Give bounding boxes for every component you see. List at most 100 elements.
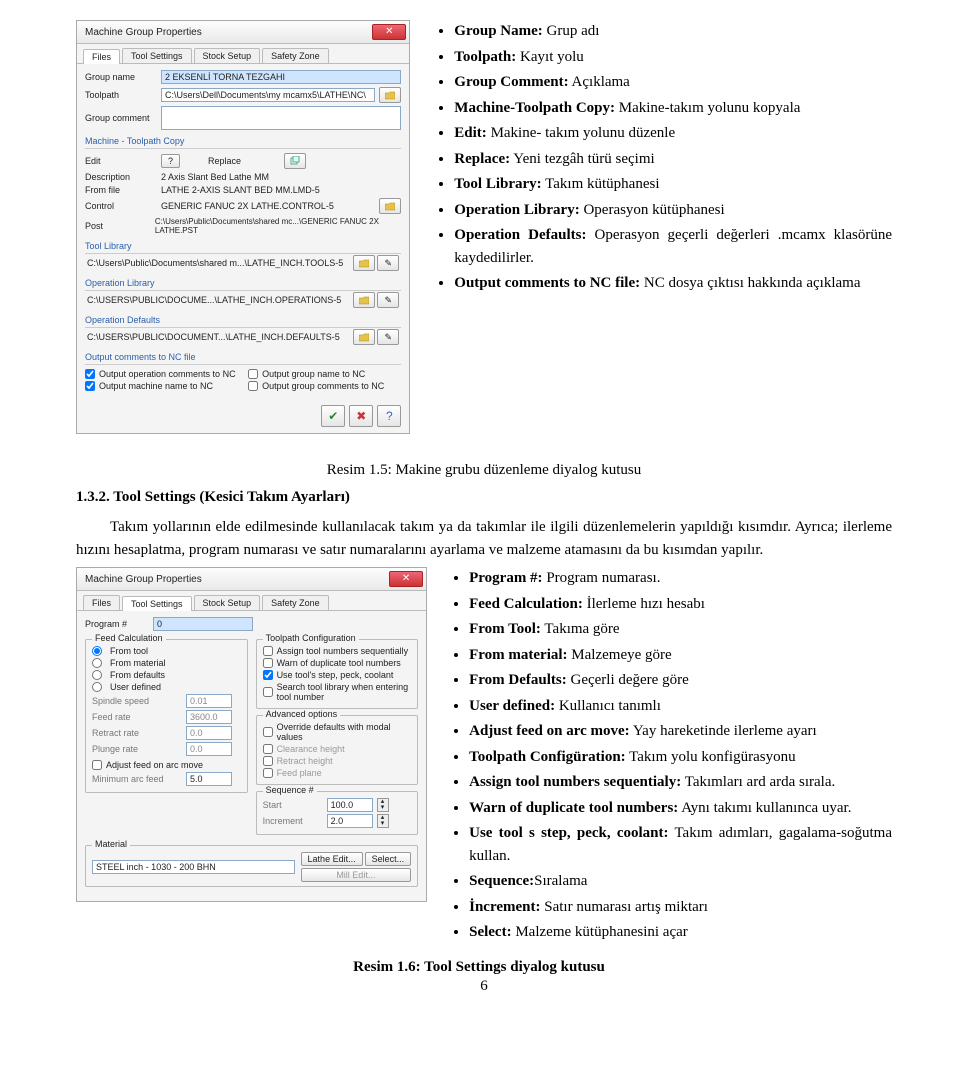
section-heading-1-3-2: 1.3.2. Tool Settings (Kesici Takım Ayarl… (76, 489, 892, 506)
tab-stock-setup[interactable]: Stock Setup (194, 595, 261, 610)
tab-tool-settings[interactable]: Tool Settings (122, 48, 192, 63)
material-group: Material STEEL inch - 1030 - 200 BHN Lat… (85, 845, 418, 887)
tool-lib-browse-icon[interactable] (353, 255, 375, 271)
program-number-input[interactable]: 0 (153, 617, 253, 631)
list-item: From Defaults: Geçerli değere göre (469, 669, 892, 692)
tool-lib-edit-icon[interactable]: ✎ (377, 255, 399, 271)
list-item: Group Name: Grup adı (454, 20, 892, 43)
list-item: Program #: Program numarası. (469, 567, 892, 590)
mill-edit-button[interactable]: Mill Edit... (301, 868, 412, 882)
tab-stock-setup[interactable]: Stock Setup (194, 48, 261, 63)
spindle-speed-input[interactable]: 0.01 (186, 694, 232, 708)
updown-icon[interactable]: ▴▾ (377, 814, 389, 828)
control-value: GENERIC FANUC 2X LATHE.CONTROL-5 (161, 201, 334, 211)
tab-safety-zone[interactable]: Safety Zone (262, 595, 329, 610)
chk-override-modal[interactable]: Override defaults with modal values (263, 722, 412, 742)
chk-group-name[interactable]: Output group name to NC (248, 369, 401, 379)
dialog1-title: Machine Group Properties (85, 27, 202, 38)
select-button[interactable]: Select... (365, 852, 412, 866)
material-input[interactable]: STEEL inch - 1030 - 200 BHN (92, 860, 295, 874)
chk-assign-sequential[interactable]: Assign tool numbers sequentially (263, 646, 412, 656)
updown-icon[interactable]: ▴▾ (377, 798, 389, 812)
chk-machine-name[interactable]: Output machine name to NC (85, 381, 238, 391)
chk-retract-height[interactable]: Retract height (263, 756, 412, 766)
tab-safety-zone[interactable]: Safety Zone (262, 48, 329, 63)
chk-warn-duplicate[interactable]: Warn of duplicate tool numbers (263, 658, 412, 668)
fromfile-value: LATHE 2-AXIS SLANT BED MM.LMD-5 (161, 185, 320, 195)
list-item: Operation Library: Operasyon kütüphanesi (454, 199, 892, 222)
group-comment-label: Group comment (85, 113, 157, 123)
radio-from-material[interactable]: From material (92, 658, 241, 668)
op-defaults-header: Operation Defaults (85, 315, 401, 325)
seq-increment-input[interactable]: 2.0 (327, 814, 373, 828)
list-item: Toolpath Configüration: Takım yolu konfi… (469, 746, 892, 769)
lathe-edit-button[interactable]: Lathe Edit... (301, 852, 363, 866)
tab-files[interactable]: Files (83, 49, 120, 64)
description-value: 2 Axis Slant Bed Lathe MM (161, 172, 269, 182)
page-number: 6 (76, 978, 892, 995)
feed-rate-input[interactable]: 3600.0 (186, 710, 232, 724)
sequence-group: Sequence # Start100.0▴▾ Increment2.0▴▾ (256, 791, 419, 835)
op-lib-browse-icon[interactable] (353, 292, 375, 308)
list-item: Toolpath: Kayıt yolu (454, 46, 892, 69)
description-label: Description (85, 172, 157, 182)
list-item: Select: Malzeme kütüphanesini açar (469, 921, 892, 944)
output-comments-header: Output comments to NC file (85, 352, 401, 362)
browse-folder-icon[interactable] (379, 87, 401, 103)
replace-icon[interactable] (284, 153, 306, 169)
tab-tool-settings[interactable]: Tool Settings (122, 596, 192, 611)
chk-group-comments[interactable]: Output group comments to NC (248, 381, 401, 391)
close-icon[interactable]: ✕ (372, 24, 406, 40)
op-lib-edit-icon[interactable]: ✎ (377, 292, 399, 308)
min-arc-feed-label: Minimum arc feed (92, 774, 182, 784)
seq-increment-label: Increment (263, 816, 323, 826)
list-item: Edit: Makine- takım yolunu düzenle (454, 122, 892, 145)
op-def-edit-icon[interactable]: ✎ (377, 329, 399, 345)
dialog2-tabs: Files Tool Settings Stock Setup Safety Z… (77, 591, 426, 611)
toolpath-configuration-group: Toolpath Configuration Assign tool numbe… (256, 639, 419, 709)
group-comment-input[interactable] (161, 106, 401, 130)
dialog2-title: Machine Group Properties (85, 574, 202, 585)
group-name-input[interactable]: 2 EKSENLİ TORNA TEZGAHI (161, 70, 401, 84)
tool-library-header: Tool Library (85, 241, 401, 251)
seq-start-input[interactable]: 100.0 (327, 798, 373, 812)
op-library-header: Operation Library (85, 278, 401, 288)
group-name-label: Group name (85, 72, 157, 82)
op-def-path: C:\USERS\PUBLIC\DOCUMENT...\LATHE_INCH.D… (87, 332, 340, 342)
chk-clearance-height[interactable]: Clearance height (263, 744, 412, 754)
list-item: Group Comment: Açıklama (454, 71, 892, 94)
replace-label: Replace (208, 156, 280, 166)
feed-calculation-group: Feed Calculation From tool From material… (85, 639, 248, 793)
op-def-browse-icon[interactable] (353, 329, 375, 345)
toolpath-input[interactable]: C:\Users\Dell\Documents\my mcamx5\LATHE\… (161, 88, 375, 102)
caption-1-6: Resim 1.6: Tool Settings diyalog kutusu (66, 959, 892, 976)
ok-button[interactable]: ✔ (321, 405, 345, 427)
list-item: Tool Library: Takım kütüphanesi (454, 173, 892, 196)
retract-rate-input[interactable]: 0.0 (186, 726, 232, 740)
spindle-speed-label: Spindle speed (92, 696, 182, 706)
cancel-button[interactable]: ✖ (349, 405, 373, 427)
op-lib-path: C:\USERS\PUBLIC\DOCUME...\LATHE_INCH.OPE… (87, 295, 341, 305)
machine-group-properties-files-dialog: Machine Group Properties ✕ Files Tool Se… (76, 20, 410, 434)
radio-from-tool[interactable]: From tool (92, 646, 241, 656)
edit-label: Edit (85, 156, 157, 166)
machine-toolpath-copy-header: Machine - Toolpath Copy (85, 136, 401, 146)
chk-op-comments[interactable]: Output operation comments to NC (85, 369, 238, 379)
edit-button[interactable]: ? (161, 154, 180, 168)
help-button[interactable]: ? (377, 405, 401, 427)
min-arc-feed-input[interactable]: 5.0 (186, 772, 232, 786)
close-icon[interactable]: ✕ (389, 571, 423, 587)
chk-use-step-peck[interactable]: Use tool's step, peck, coolant (263, 670, 412, 680)
tool-lib-path: C:\Users\Public\Documents\shared m...\LA… (87, 258, 343, 268)
list-item: Assign tool numbers sequentialy: Takımla… (469, 771, 892, 794)
list-item: Output comments to NC file: NC dosya çık… (454, 272, 892, 295)
plunge-rate-input[interactable]: 0.0 (186, 742, 232, 756)
list-item: From material: Malzemeye göre (469, 644, 892, 667)
chk-search-library[interactable]: Search tool library when entering tool n… (263, 682, 412, 702)
tab-files[interactable]: Files (83, 595, 120, 610)
control-browse-icon[interactable] (379, 198, 401, 214)
chk-adjust-feed-arc[interactable]: Adjust feed on arc move (92, 760, 241, 770)
chk-feed-plane[interactable]: Feed plane (263, 768, 412, 778)
radio-from-defaults[interactable]: From defaults (92, 670, 241, 680)
radio-user-defined[interactable]: User defined (92, 682, 241, 692)
